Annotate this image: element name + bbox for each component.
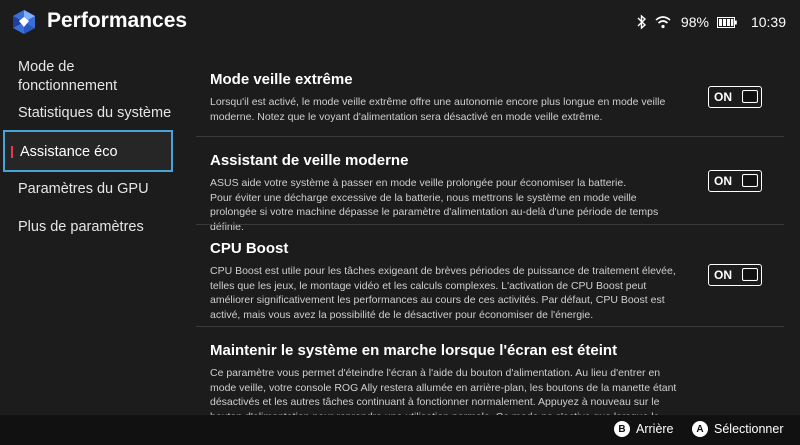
setting-description: Ce paramètre vous permet d'éteindre l'éc… [210,367,677,415]
toggle-state: ON [714,90,732,104]
setting-description: CPU Boost est utile pour les tâches exig… [210,265,676,321]
setting-cpu-boost: CPU Boost CPU Boost est utile pour les t… [196,240,784,322]
extreme-sleep-toggle[interactable]: ON [708,86,762,108]
setting-keep-system-running: Maintenir le système en marche lorsque l… [196,342,784,415]
divider [196,224,784,225]
select-hint[interactable]: A Sélectionner [692,421,784,437]
select-label: Sélectionner [714,422,784,436]
app-logo-icon [13,10,35,34]
status-area: 98% 10:39 [637,13,786,31]
setting-title: Mode veille extrême [210,71,353,88]
setting-extreme-sleep: Mode veille extrême Lorsqu'il est activé… [196,71,784,124]
sidebar-item-eco-assist[interactable]: Assistance éco [3,130,173,172]
setting-title: Maintenir le système en marche lorsque l… [210,342,618,359]
bluetooth-icon [637,14,646,30]
title-bar: Performances 98% 10:39 [0,0,800,44]
setting-description-line: Pour éviter une décharge excessive de la… [210,191,659,233]
battery-icon [716,16,737,28]
toggle-state: ON [714,268,732,282]
setting-description: Lorsqu'il est activé, le mode veille ext… [210,96,666,123]
cpu-boost-toggle[interactable]: ON [708,264,762,286]
setting-description: ASUS aide votre système à passer en mode… [210,176,678,234]
sidebar-item-label: Paramètres du GPU [18,181,149,197]
sidebar: Mode de fonctionnement Statistiques du s… [0,44,178,415]
back-hint[interactable]: B Arrière [614,421,674,437]
page-title: Performances [47,9,188,32]
sidebar-item-more-settings[interactable]: Plus de paramètres [3,218,173,237]
a-button-icon: A [692,421,708,437]
settings-panel: Mode veille extrême Lorsqu'il est activé… [196,44,784,415]
modern-standby-toggle[interactable]: ON [708,170,762,192]
toggle-knob [742,268,758,281]
toggle-state: ON [714,174,732,188]
setting-modern-standby-assistant: Assistant de veille moderne ASUS aide vo… [196,152,784,234]
sidebar-item-label: Mode de fonctionnement [18,59,118,94]
toggle-knob [742,90,758,103]
divider [196,136,784,137]
sidebar-item-system-stats[interactable]: Statistiques du système [3,104,173,123]
sidebar-item-gpu-settings[interactable]: Paramètres du GPU [3,180,173,199]
wifi-icon [655,16,671,29]
sidebar-item-label: Assistance éco [20,144,118,160]
b-button-icon: B [614,421,630,437]
setting-title: CPU Boost [210,240,289,257]
sidebar-item-label: Statistiques du système [18,105,172,121]
setting-description-line: ASUS aide votre système à passer en mode… [210,177,627,189]
footer-hints: B Arrière A Sélectionner [0,415,800,445]
divider [196,326,784,327]
battery-percent: 98% [680,14,709,30]
back-label: Arrière [636,422,674,436]
active-indicator [11,146,13,158]
toggle-knob [742,174,758,187]
sidebar-item-operating-mode[interactable]: Mode de fonctionnement [3,58,173,96]
setting-title: Assistant de veille moderne [210,152,409,169]
clock: 10:39 [750,14,786,30]
sidebar-item-label: Plus de paramètres [18,219,144,235]
